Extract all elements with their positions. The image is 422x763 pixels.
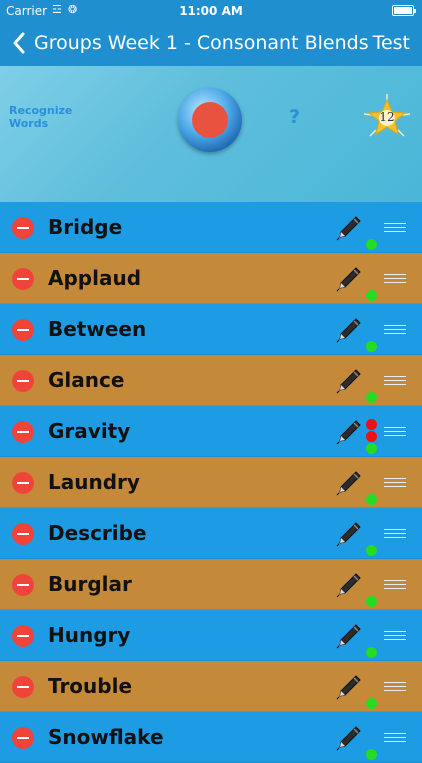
test-button[interactable]: Test: [373, 32, 410, 54]
edit-pen-icon[interactable]: [336, 572, 362, 598]
edit-pen-icon[interactable]: [336, 674, 362, 700]
word-label: Between: [48, 317, 147, 341]
status-indicators: [366, 508, 378, 559]
star-count: 12: [379, 110, 395, 124]
reorder-handle-icon[interactable]: [384, 427, 406, 437]
reorder-handle-icon[interactable]: [384, 478, 406, 488]
edit-pen-icon[interactable]: [336, 521, 362, 547]
status-dot: [366, 698, 377, 709]
back-button[interactable]: Groups: [34, 32, 102, 54]
edit-pen-icon[interactable]: [336, 317, 362, 343]
delete-icon[interactable]: [12, 421, 34, 443]
word-label: Applaud: [48, 266, 142, 290]
reorder-handle-icon[interactable]: [384, 631, 406, 641]
status-dot: [366, 239, 377, 250]
status-indicators: [366, 202, 378, 253]
edit-pen-icon[interactable]: [336, 215, 362, 241]
word-row[interactable]: Laundry: [0, 457, 422, 508]
delete-icon[interactable]: [12, 370, 34, 392]
status-indicators: [366, 355, 378, 406]
status-dot: [366, 647, 377, 658]
word-label: Burglar: [48, 572, 132, 596]
status-dot: [366, 431, 377, 442]
record-button[interactable]: [178, 88, 242, 152]
delete-icon[interactable]: [12, 523, 34, 545]
status-indicators: [366, 610, 378, 661]
status-dot: [366, 749, 377, 760]
status-indicators: [366, 712, 378, 763]
reorder-handle-icon[interactable]: [384, 325, 406, 335]
reorder-handle-icon[interactable]: [384, 274, 406, 284]
word-row[interactable]: Burglar: [0, 559, 422, 610]
reorder-handle-icon[interactable]: [384, 733, 406, 743]
status-indicators: [366, 406, 378, 457]
battery-icon: [392, 5, 416, 16]
status-indicators: [366, 304, 378, 355]
edit-pen-icon[interactable]: [336, 368, 362, 394]
word-label: Hungry: [48, 623, 131, 647]
word-row[interactable]: Applaud: [0, 253, 422, 304]
word-row[interactable]: Trouble: [0, 661, 422, 712]
status-indicators: [366, 253, 378, 304]
word-row[interactable]: Snowflake: [0, 712, 422, 763]
status-dot: [366, 290, 377, 301]
word-row[interactable]: Gravity: [0, 406, 422, 457]
status-indicators: [366, 661, 378, 712]
word-label: Snowflake: [48, 725, 164, 749]
recognize-words-button[interactable]: Recognize Words: [9, 104, 89, 130]
delete-icon[interactable]: [12, 319, 34, 341]
status-dot: [366, 443, 377, 454]
edit-pen-icon[interactable]: [336, 470, 362, 496]
nav-title: Groups Week 1 - Consonant Blends: [34, 32, 369, 54]
status-dot: [366, 545, 377, 556]
word-row[interactable]: Hungry: [0, 610, 422, 661]
status-indicators: [366, 559, 378, 610]
status-dot: [366, 494, 377, 505]
word-row[interactable]: Between: [0, 304, 422, 355]
delete-icon[interactable]: [12, 727, 34, 749]
word-label: Laundry: [48, 470, 140, 494]
delete-icon[interactable]: [12, 625, 34, 647]
navigation-bar: Groups Week 1 - Consonant Blends Test: [0, 22, 422, 66]
delete-icon[interactable]: [12, 472, 34, 494]
edit-pen-icon[interactable]: [336, 419, 362, 445]
delete-icon[interactable]: [12, 268, 34, 290]
word-label: Trouble: [48, 674, 133, 698]
reorder-handle-icon[interactable]: [384, 376, 406, 386]
edit-pen-icon[interactable]: [336, 623, 362, 649]
delete-icon[interactable]: [12, 676, 34, 698]
word-label: Bridge: [48, 215, 123, 239]
word-label: Gravity: [48, 419, 131, 443]
word-label: Glance: [48, 368, 125, 392]
page-title: Week 1 - Consonant Blends: [107, 32, 369, 54]
word-row[interactable]: Glance: [0, 355, 422, 406]
word-row[interactable]: Bridge: [0, 202, 422, 253]
word-label: Describe: [48, 521, 147, 545]
record-icon: [192, 102, 228, 138]
status-dot: [366, 392, 377, 403]
delete-icon[interactable]: [12, 217, 34, 239]
edit-pen-icon[interactable]: [336, 725, 362, 751]
reorder-handle-icon[interactable]: [384, 529, 406, 539]
recording-panel: Recognize Words ? 12: [0, 66, 422, 202]
word-row[interactable]: Describe: [0, 508, 422, 559]
reorder-handle-icon[interactable]: [384, 223, 406, 233]
status-bar: Carrier ☲ ❂ 11:00 AM: [0, 0, 422, 22]
status-dot: [366, 341, 377, 352]
reorder-handle-icon[interactable]: [384, 580, 406, 590]
reorder-handle-icon[interactable]: [384, 682, 406, 692]
status-indicators: [366, 457, 378, 508]
delete-icon[interactable]: [12, 574, 34, 596]
back-chevron-icon[interactable]: [12, 32, 26, 59]
word-list: Bridge Applaud Between Glance Gravity Laundry…: [0, 202, 422, 763]
status-time: 11:00 AM: [179, 4, 243, 18]
edit-pen-icon[interactable]: [336, 266, 362, 292]
status-dot: [366, 419, 377, 430]
status-dot: [366, 596, 377, 607]
help-button[interactable]: ?: [289, 106, 300, 128]
